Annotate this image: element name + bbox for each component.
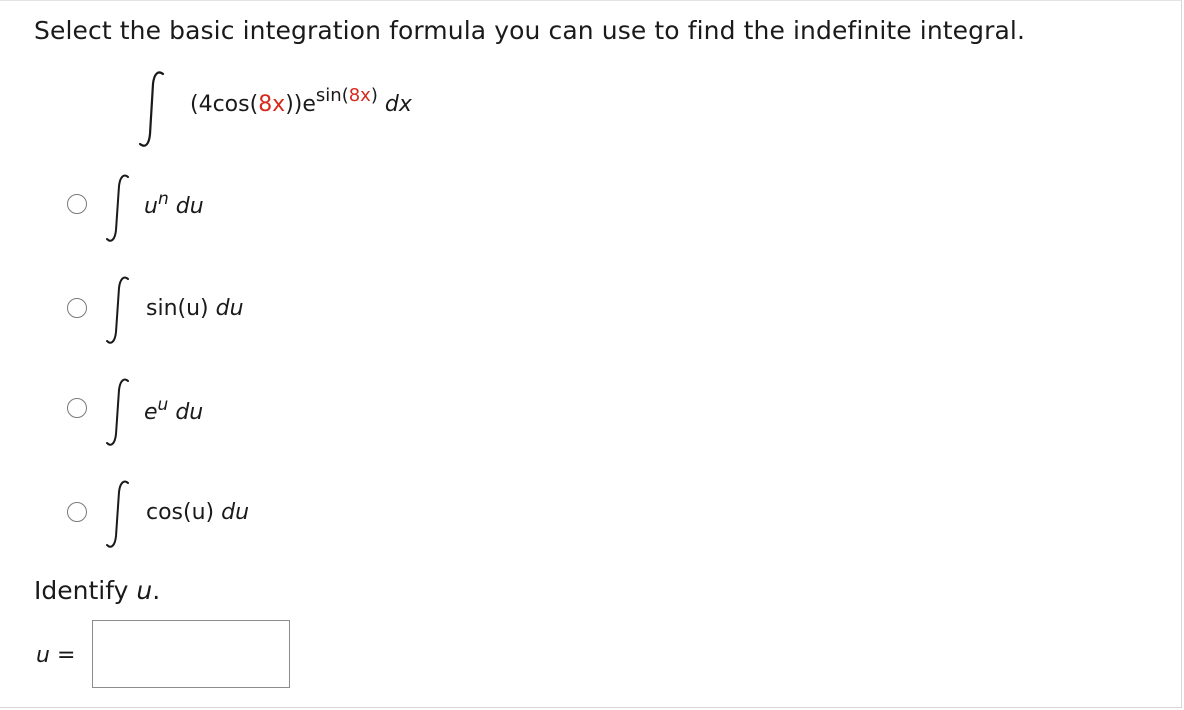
- option-exponent: n: [157, 189, 169, 209]
- integrand-mid: ))e: [285, 92, 316, 117]
- option-base: e: [144, 400, 158, 425]
- option-label: cos(u) du: [146, 500, 249, 525]
- option-sin-u[interactable]: sin(u) du: [66, 274, 466, 344]
- exponent-arg: 8x: [348, 85, 371, 106]
- integral-sign-icon: [106, 480, 129, 548]
- question-text: Select the basic integration formula you…: [34, 16, 1026, 45]
- option-cos-u[interactable]: cos(u) du: [66, 478, 466, 548]
- option-du: du: [168, 194, 204, 219]
- option-base: u: [144, 194, 158, 219]
- answer-equals: =: [49, 643, 76, 668]
- integrand: (4cos(8x))esin(8x) dx: [190, 85, 412, 117]
- option-function: cos(u): [146, 500, 215, 525]
- exponent-prefix: sin(: [315, 85, 349, 106]
- option-label: eu du: [144, 395, 204, 425]
- option-exponent: u: [157, 395, 169, 415]
- integrand-arg: 8x: [258, 92, 286, 117]
- u-answer-input[interactable]: [92, 620, 290, 688]
- integral-sign-icon: [138, 71, 165, 147]
- radio-button[interactable]: [67, 502, 87, 522]
- integral-sign-icon: [106, 276, 129, 344]
- option-du: du: [214, 500, 250, 525]
- option-e-power-u[interactable]: eu du: [66, 376, 466, 446]
- identify-variable: u: [136, 576, 153, 605]
- option-u-power-n[interactable]: un du: [66, 172, 466, 242]
- integral-sign-icon: [106, 378, 129, 446]
- identify-prompt: Identify u.: [34, 576, 160, 605]
- radio-button[interactable]: [67, 194, 87, 214]
- radio-button[interactable]: [67, 298, 87, 318]
- exponent-suffix: ): [370, 85, 378, 106]
- identify-period: .: [152, 576, 161, 605]
- integrand-open: (4cos(: [190, 92, 259, 117]
- integral-sign-icon: [106, 174, 129, 242]
- identify-label: Identify: [34, 576, 137, 605]
- option-label: sin(u) du: [146, 296, 244, 321]
- radio-button[interactable]: [67, 398, 87, 418]
- answer-variable: u: [36, 643, 50, 668]
- answer-label: u =: [36, 643, 75, 668]
- option-du: du: [208, 296, 244, 321]
- option-function: sin(u): [146, 296, 209, 321]
- integrand-exponent: sin(8x): [316, 85, 378, 106]
- question-frame: [0, 0, 1182, 708]
- option-du: du: [168, 400, 204, 425]
- integrand-dx: dx: [377, 92, 412, 117]
- option-label: un du: [144, 189, 204, 219]
